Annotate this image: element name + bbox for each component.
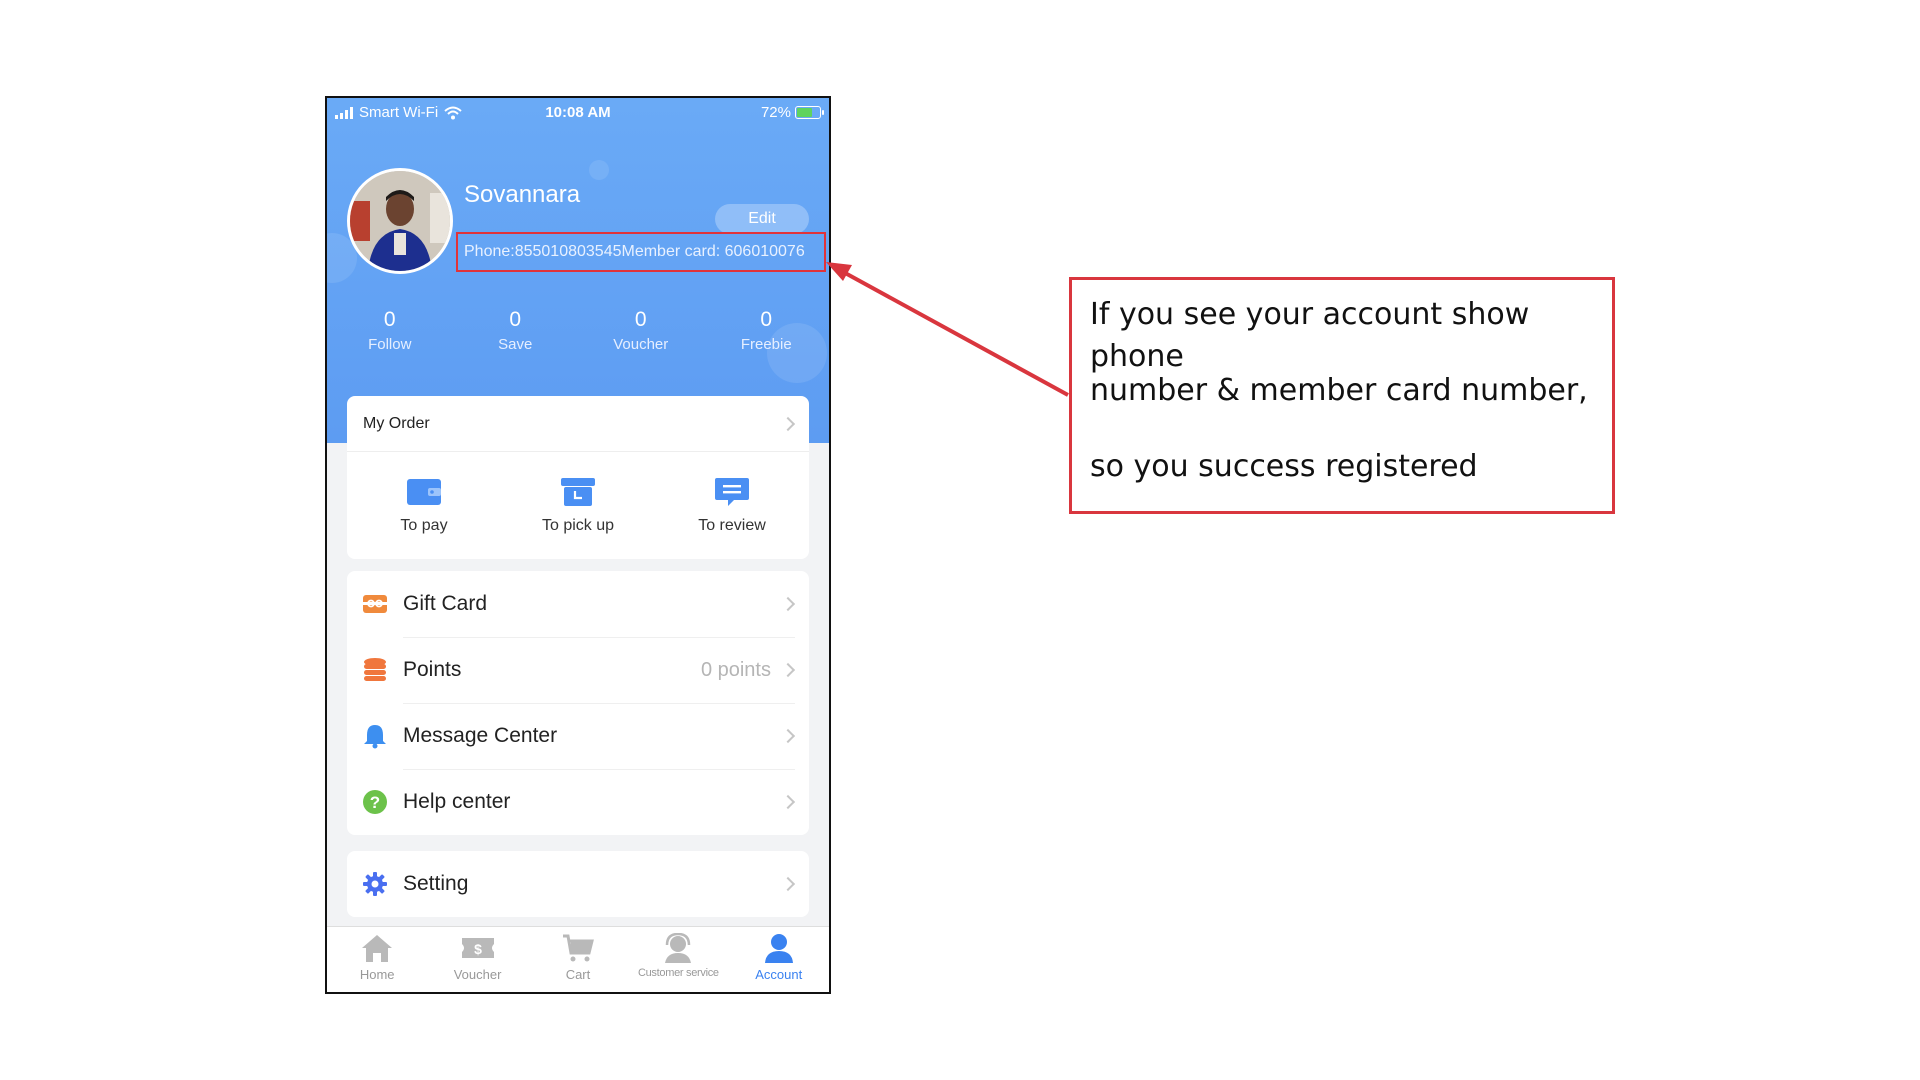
- callout-line: number & member card number,: [1090, 373, 1588, 408]
- annotation-arrow: [826, 262, 1069, 397]
- callout-line: If you see your account show phone: [1090, 297, 1530, 374]
- slide: Smart Wi-Fi 10:08 AM 72% Sovannara Edit …: [0, 0, 1920, 1080]
- annotation-callout: If you see your account show phone numbe…: [1069, 277, 1615, 514]
- callout-line: so you success registered: [1090, 449, 1478, 484]
